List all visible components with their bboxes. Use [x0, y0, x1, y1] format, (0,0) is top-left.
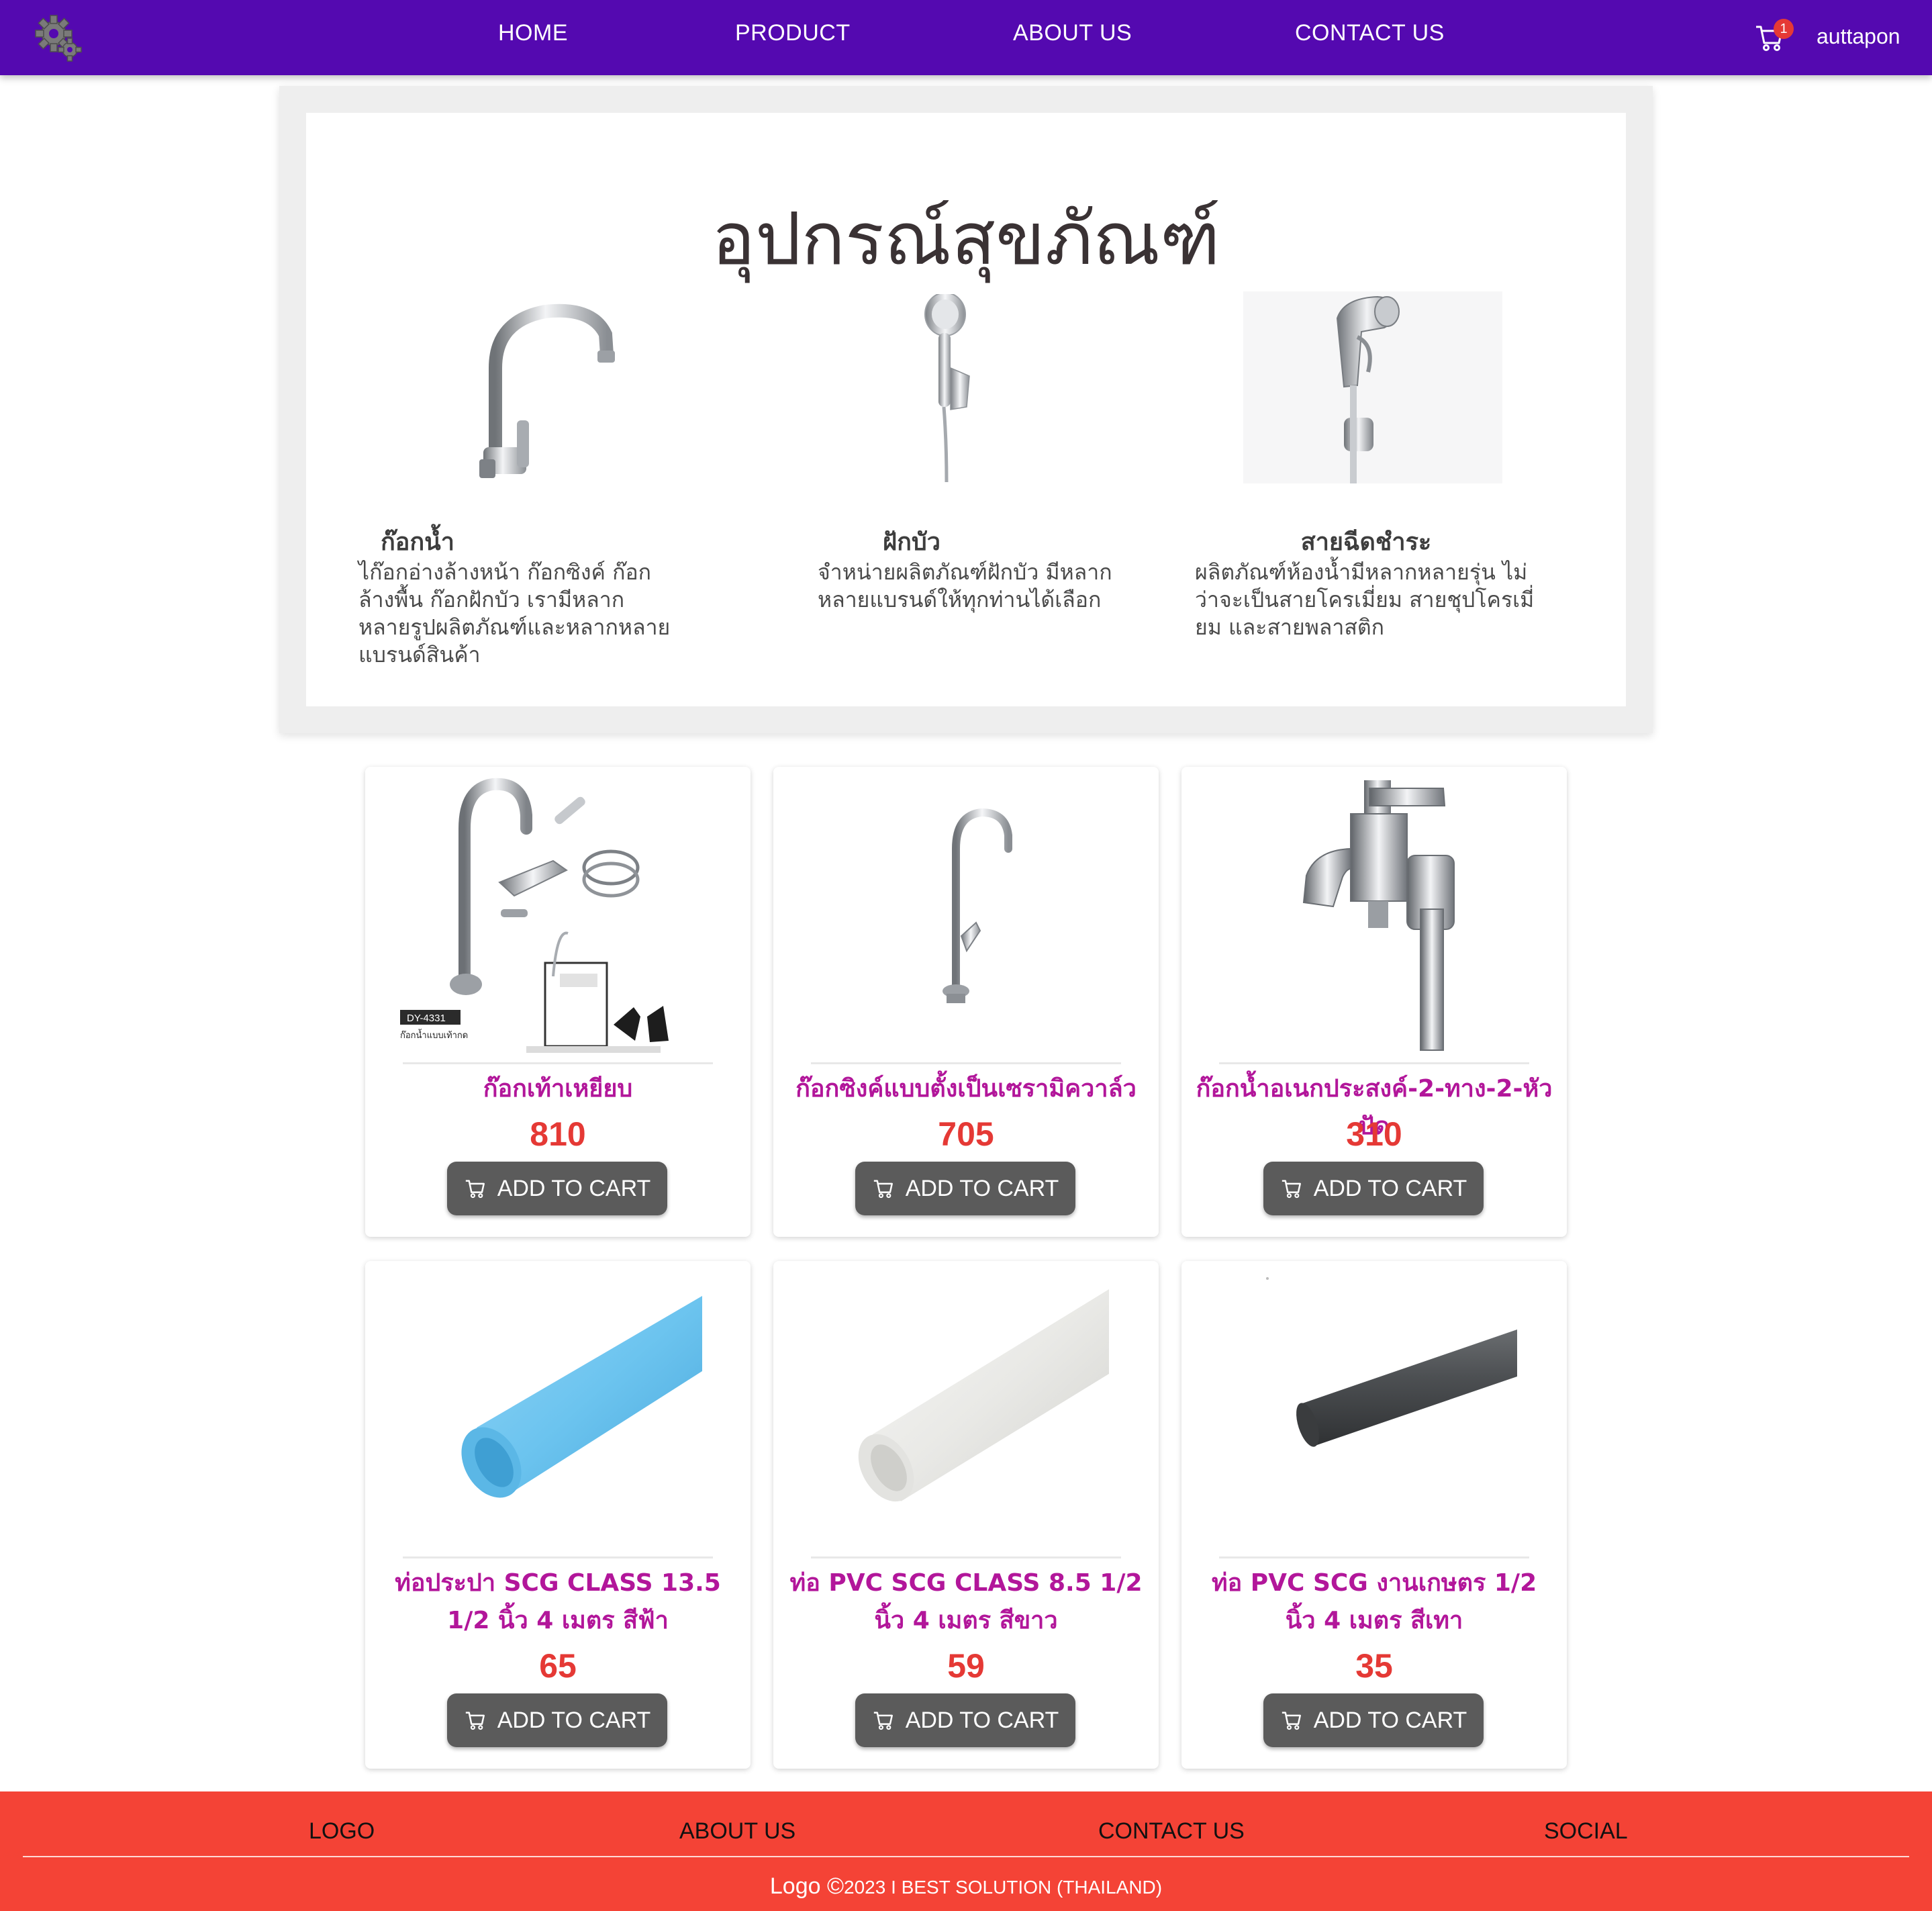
shopping-cart-icon	[1282, 1712, 1301, 1730]
footer-contact-link[interactable]: CONTACT US	[1098, 1818, 1245, 1845]
copyright-text: 2023 I BEST SOLUTION (THAILAND)	[844, 1877, 1163, 1898]
product-image-two-way-faucet	[1302, 780, 1455, 1051]
wall-faucet-image	[479, 304, 615, 478]
add-to-cart-label: ADD TO CART	[497, 1175, 651, 1201]
add-to-cart-label: ADD TO CART	[497, 1707, 651, 1733]
product-card[interactable]: ท่อ PVC SCG CLASS 8.5 1/2 นิ้ว 4 เมตร สี…	[773, 1261, 1159, 1769]
category-banner: อุปกรณ์สุขภัณฑ์ ก๊อกน้ำ ไก๊อกอ่างล้างหน้…	[279, 86, 1653, 733]
image-model-label: DY-4331	[407, 1013, 446, 1024]
nav-product-link[interactable]: PRODUCT	[735, 20, 851, 46]
add-to-cart-button[interactable]: ADD TO CART	[1263, 1693, 1484, 1747]
shopping-cart-icon	[873, 1180, 893, 1199]
cart-count-badge: 1	[1774, 19, 1794, 39]
card-divider	[811, 1062, 1121, 1064]
category-title-faucet: ก๊อกน้ำ	[380, 528, 455, 556]
add-to-cart-button[interactable]: ADD TO CART	[447, 1693, 667, 1747]
nav-contact-link[interactable]: CONTACT US	[1295, 20, 1445, 46]
add-to-cart-label: ADD TO CART	[1313, 1175, 1467, 1201]
add-to-cart-label: ADD TO CART	[1313, 1707, 1467, 1733]
product-card[interactable]: ท่อ PVC SCG งานเกษตร 1/2 นิ้ว 4 เมตร สีเ…	[1181, 1261, 1567, 1769]
bidet-sprayer-image	[1243, 291, 1502, 483]
product-price: 59	[947, 1647, 985, 1685]
category-title-bidet: สายฉีดชำระ	[1300, 528, 1432, 556]
footer-about-link[interactable]: ABOUT US	[679, 1818, 795, 1845]
image-caption: ก๊อกน้ำแบบเท้ากด	[400, 1029, 468, 1041]
product-card[interactable]: ก๊อกน้ำอเนกประสงค์-2-ทาง-2-หัวปัด 310 AD…	[1181, 767, 1567, 1237]
top-navbar: HOME PRODUCT ABOUT US CONTACT US 1 autta…	[0, 0, 1932, 75]
product-name[interactable]: ท่อประปา SCG CLASS 13.5 1/2 นิ้ว 4 เมตร …	[379, 1565, 737, 1640]
product-name[interactable]: ท่อ PVC SCG CLASS 8.5 1/2 นิ้ว 4 เมตร สี…	[787, 1565, 1145, 1640]
card-divider	[1219, 1062, 1529, 1064]
product-price: 705	[938, 1115, 994, 1153]
banner-title: อุปกรณ์สุขภัณฑ์	[712, 197, 1220, 281]
shopping-cart-icon	[465, 1180, 485, 1199]
username-link[interactable]: auttapon	[1817, 24, 1900, 49]
product-image-sink-faucet	[943, 808, 1012, 1003]
shopping-cart-icon	[465, 1712, 485, 1730]
footer-logo-link[interactable]: LOGO	[309, 1818, 375, 1845]
add-to-cart-button[interactable]: ADD TO CART	[1263, 1162, 1484, 1215]
category-desc-faucet: ไก๊อกอ่างล้างหน้า ก๊อกซิงค์ ก๊อกล้างพื้น…	[358, 559, 671, 667]
card-divider	[403, 1062, 713, 1064]
product-image-white-pipe	[858, 1289, 1109, 1502]
add-to-cart-button[interactable]: ADD TO CART	[855, 1162, 1075, 1215]
card-divider	[1219, 1556, 1529, 1558]
nav-about-link[interactable]: ABOUT US	[1013, 20, 1132, 46]
gears-icon[interactable]	[31, 11, 86, 64]
category-desc-bidet: ผลิตภัณฑ์ห้องน้ำมีหลากหลายรุ่น ไม่ว่าจะเ…	[1195, 559, 1535, 640]
shopping-cart-icon	[873, 1712, 893, 1730]
product-card[interactable]: DY-4331 ก๊อกน้ำแบบเท้ากด ก๊อกเท้าเหยียบ …	[365, 767, 751, 1237]
footer-divider	[23, 1856, 1909, 1857]
add-to-cart-label: ADD TO CART	[905, 1175, 1059, 1201]
product-price: 310	[1346, 1115, 1402, 1153]
card-divider	[403, 1556, 713, 1558]
nav-home-link[interactable]: HOME	[498, 20, 568, 46]
product-price: 35	[1355, 1647, 1393, 1685]
add-to-cart-label: ADD TO CART	[905, 1707, 1059, 1733]
product-name[interactable]: ก๊อกซิงค์แบบตั้งเป็นเซรามิควาล์ว	[787, 1070, 1145, 1108]
product-price: 65	[539, 1647, 577, 1685]
add-to-cart-button[interactable]: ADD TO CART	[447, 1162, 667, 1215]
add-to-cart-button[interactable]: ADD TO CART	[855, 1693, 1075, 1747]
product-image-blue-pipe	[461, 1296, 702, 1498]
category-desc-shower: จำหน่ายผลิตภัณฑ์ฝักบัว มีหลากหลายแบรนด์ใ…	[818, 559, 1112, 612]
product-card[interactable]: ก๊อกซิงค์แบบตั้งเป็นเซรามิควาล์ว 705 ADD…	[773, 767, 1159, 1237]
product-image-foot-pedal-faucet: DY-4331 ก๊อกน้ำแบบเท้ากด	[400, 778, 669, 1053]
hand-shower-image	[924, 294, 970, 482]
copyright-logo: Logo ©	[769, 1873, 844, 1899]
category-title-shower: ฝักบัว	[883, 528, 940, 556]
shopping-cart-icon	[1282, 1180, 1301, 1199]
footer: LOGO ABOUT US CONTACT US SOCIAL Logo ©20…	[0, 1791, 1932, 1911]
footer-social-link[interactable]: SOCIAL	[1544, 1818, 1628, 1845]
category-banner-content: อุปกรณ์สุขภัณฑ์ ก๊อกน้ำ ไก๊อกอ่างล้างหน้…	[306, 113, 1626, 706]
product-name[interactable]: ท่อ PVC SCG งานเกษตร 1/2 นิ้ว 4 เมตร สีเ…	[1195, 1565, 1553, 1640]
product-price: 810	[530, 1115, 586, 1153]
card-divider	[811, 1556, 1121, 1558]
copyright: Logo ©2023 I BEST SOLUTION (THAILAND)	[0, 1873, 1932, 1900]
product-image-gray-pipe	[1266, 1277, 1517, 1447]
product-name[interactable]: ก๊อกเท้าเหยียบ	[379, 1070, 737, 1108]
product-card[interactable]: ท่อประปา SCG CLASS 13.5 1/2 นิ้ว 4 เมตร …	[365, 1261, 751, 1769]
